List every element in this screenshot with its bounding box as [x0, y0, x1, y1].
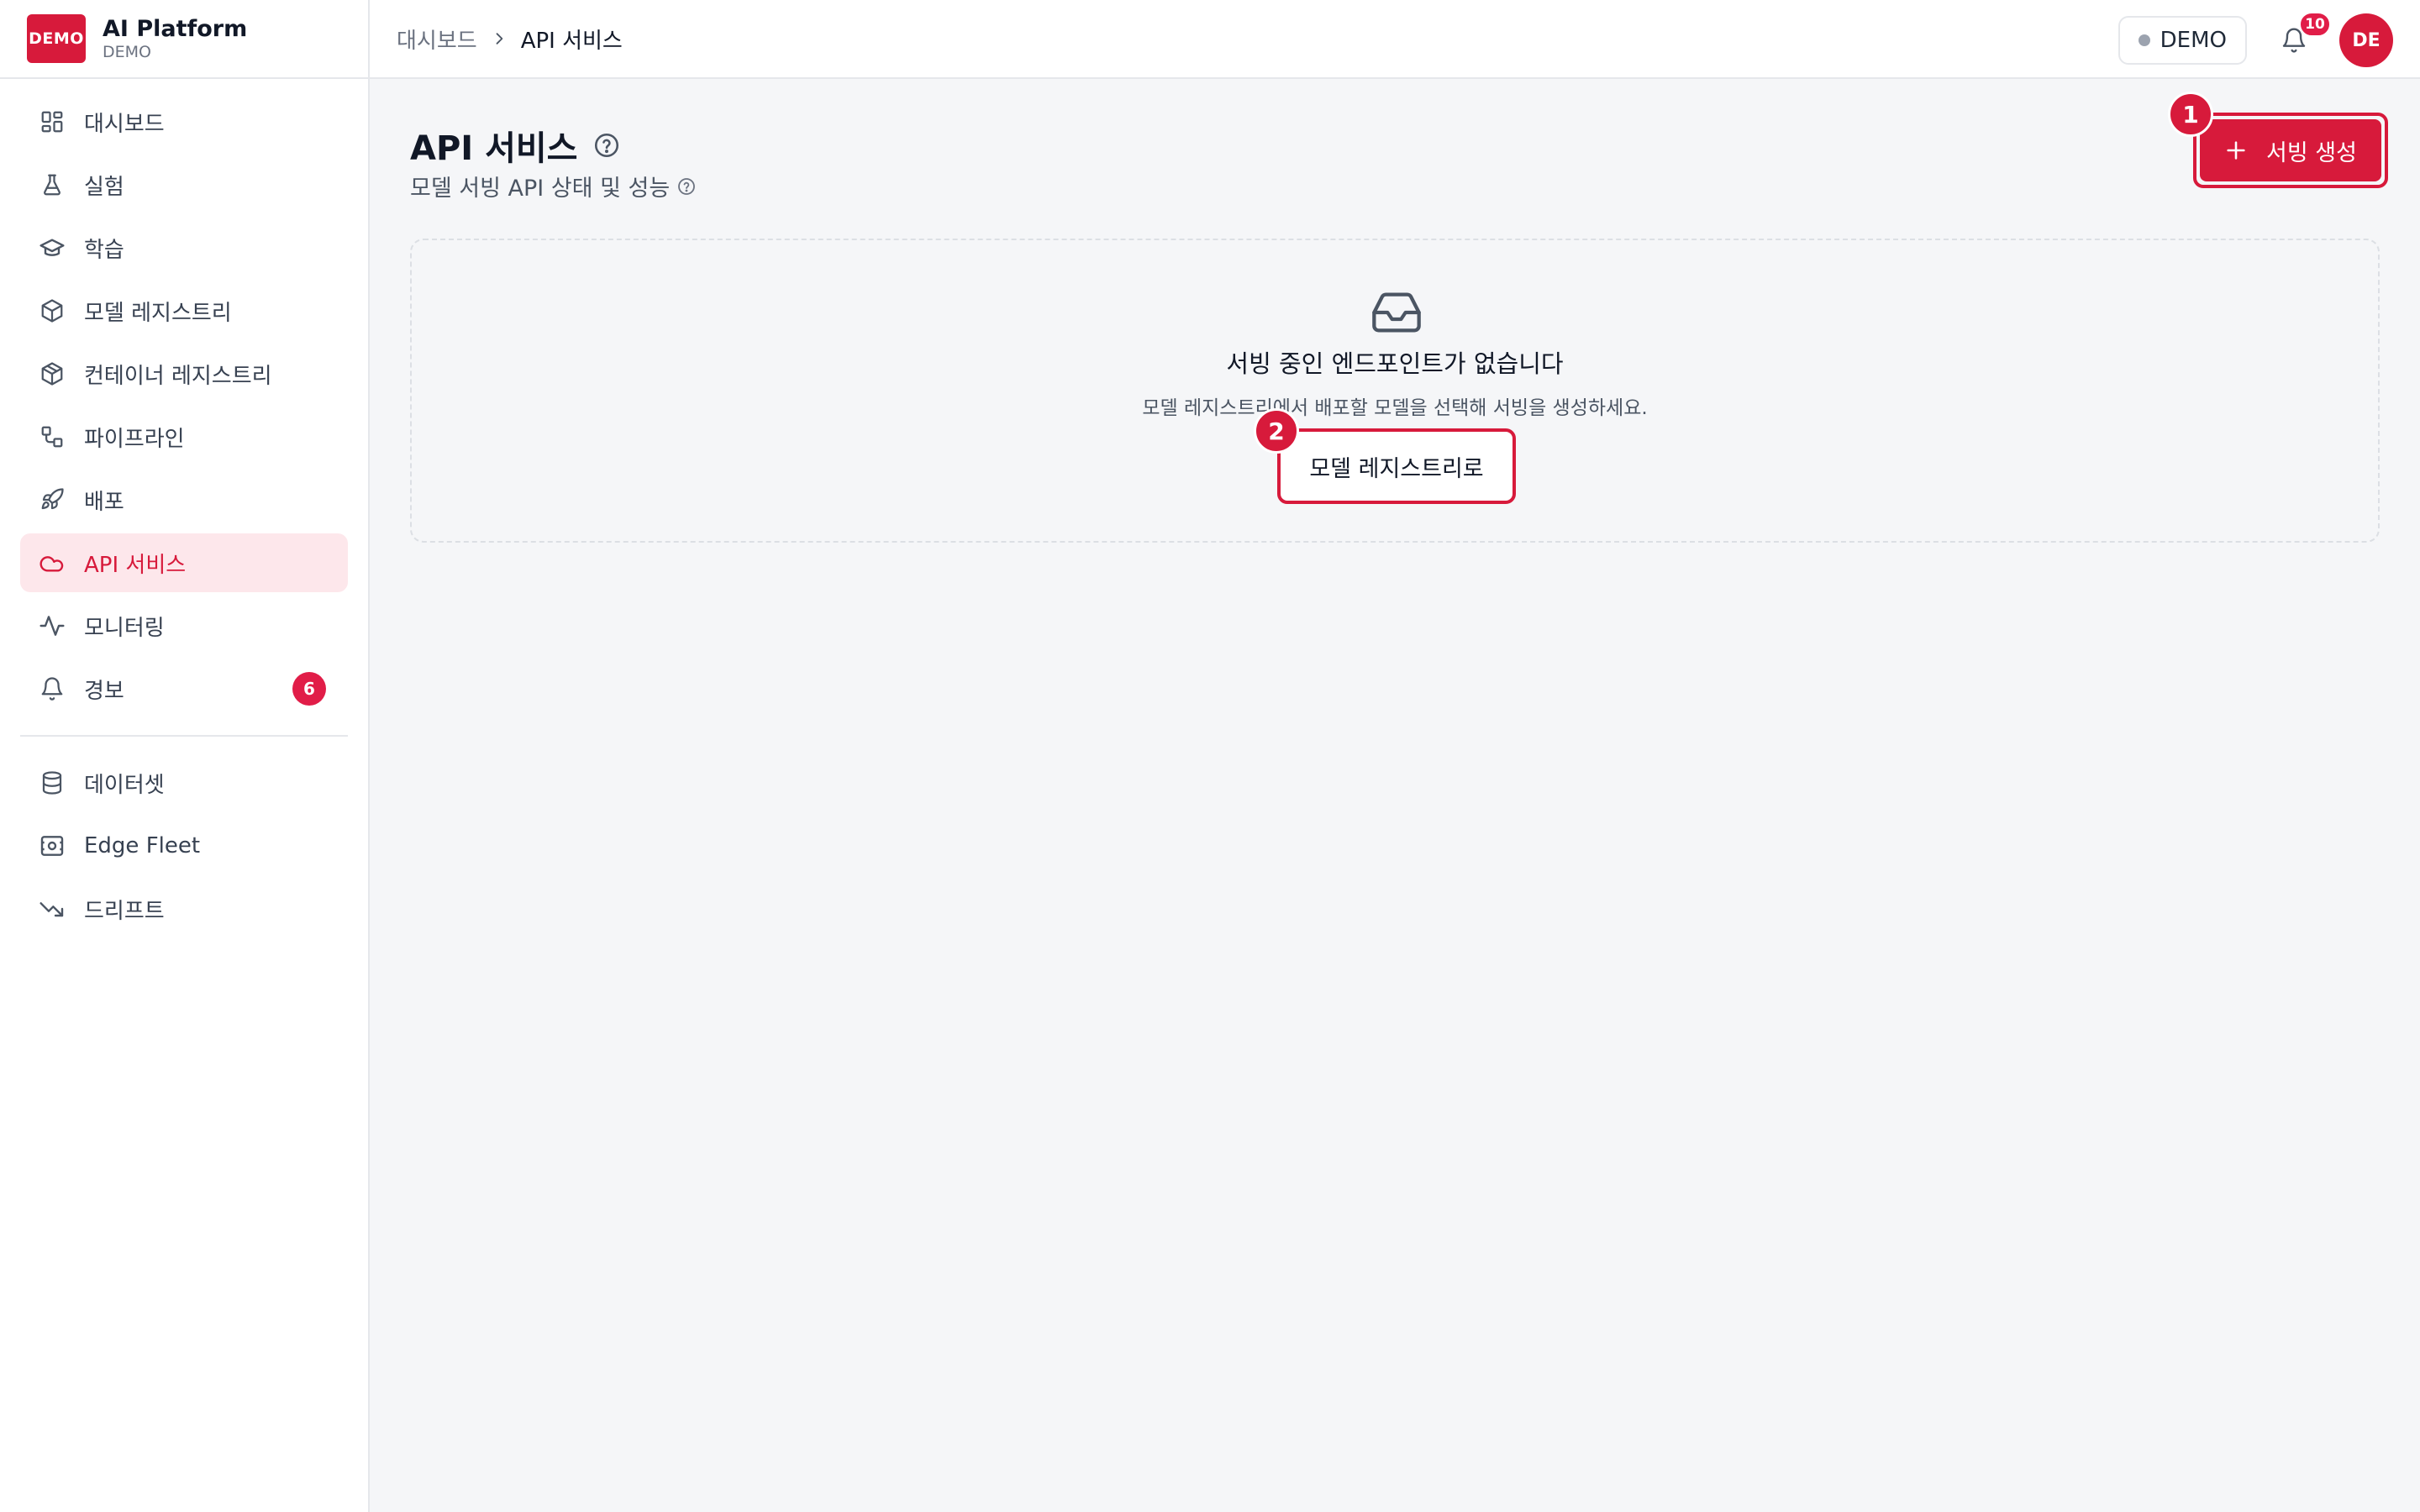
- notification-count-badge: 10: [2299, 12, 2331, 37]
- trending-down-icon: [39, 895, 66, 922]
- sidebar-item-training[interactable]: 학습: [20, 218, 348, 277]
- page-subtitle-row: 모델 서빙 API 상태 및 성능: [410, 170, 697, 202]
- registry-button-highlight: 모델 레지스트리로: [1277, 428, 1516, 504]
- cloud-icon: [39, 549, 66, 576]
- sidebar-item-label: API 서비스: [84, 552, 187, 578]
- page-title: API 서비스: [410, 129, 578, 168]
- sidebar-item-api-services[interactable]: API 서비스: [20, 533, 348, 592]
- sidebar-item-label: 모델 레지스트리: [84, 300, 232, 326]
- sidebar-item-label: Edge Fleet: [84, 833, 201, 858]
- sidebar: DEMO AI Platform DEMO 대시보드 실험 학습 모델 레지스트…: [0, 0, 370, 1512]
- step-marker-2: 2: [1254, 408, 1299, 454]
- sidebar-item-label: 실험: [84, 174, 124, 200]
- breadcrumb-parent[interactable]: 대시보드: [397, 24, 477, 55]
- empty-state-description: 모델 레지스트리에서 배포할 모델을 선택해 서빙을 생성하세요.: [1142, 397, 1648, 419]
- sidebar-item-monitoring[interactable]: 모니터링: [20, 596, 348, 655]
- page-title-row: API 서비스: [410, 121, 621, 170]
- go-to-model-registry-button[interactable]: 모델 레지스트리로: [1284, 435, 1509, 497]
- nav-divider: [20, 735, 348, 737]
- brand-name: AI Platform: [103, 16, 248, 42]
- sidebar-item-label: 학습: [84, 237, 124, 263]
- sidebar-nav: 대시보드 실험 학습 모델 레지스트리 컨테이너 레지스트리 파이프라인 배포 …: [0, 79, 368, 938]
- box-icon: [39, 297, 66, 324]
- flask-icon: [39, 171, 66, 198]
- topbar: 대시보드 API 서비스 DEMO 10 DE: [370, 0, 2420, 79]
- help-circle-icon[interactable]: [676, 176, 697, 197]
- plus-icon: [2224, 139, 2248, 162]
- database-icon: [39, 769, 66, 796]
- graduation-cap-icon: [39, 234, 66, 261]
- breadcrumb-current: API 서비스: [520, 28, 623, 54]
- main-content: API 서비스 모델 서빙 API 상태 및 성능 서빙 생성 1 서빙 중인: [410, 79, 2388, 543]
- brand-text: AI Platform DEMO: [103, 16, 247, 61]
- dashboard-grid-icon: [39, 108, 66, 135]
- nav-group-secondary: 데이터셋 Edge Fleet 드리프트: [20, 753, 348, 938]
- brand-sub: DEMO: [103, 43, 151, 61]
- sidebar-item-label: 경보: [84, 678, 124, 704]
- create-serving-button[interactable]: 서빙 생성: [2200, 119, 2381, 181]
- step-marker-1: 1: [2168, 92, 2213, 137]
- alerts-count-badge: 6: [292, 672, 326, 706]
- edge-device-icon: [39, 832, 66, 859]
- brand-header[interactable]: DEMO AI Platform DEMO: [0, 0, 368, 79]
- empty-state-title: 서빙 중인 엔드포인트가 없습니다: [1226, 349, 1564, 378]
- notifications-button[interactable]: 10: [2277, 12, 2331, 57]
- nav-group-main: 대시보드 실험 학습 모델 레지스트리 컨테이너 레지스트리 파이프라인 배포 …: [20, 79, 348, 718]
- sidebar-item-datasets[interactable]: 데이터셋: [20, 753, 348, 812]
- brand-logo: DEMO: [27, 14, 86, 63]
- sidebar-item-label: 파이프라인: [84, 426, 185, 452]
- create-serving-highlight: 서빙 생성: [2193, 113, 2388, 188]
- sidebar-item-label: 컨테이너 레지스트리: [84, 363, 272, 389]
- topbar-actions: DEMO 10 DE: [2118, 12, 2393, 67]
- bell-icon: [39, 675, 66, 702]
- sidebar-item-edge-fleet[interactable]: Edge Fleet: [20, 816, 348, 875]
- sidebar-item-experiments[interactable]: 실험: [20, 155, 348, 214]
- environment-status-dot: [2138, 34, 2150, 46]
- sidebar-item-pipeline[interactable]: 파이프라인: [20, 407, 348, 466]
- pipeline-icon: [39, 423, 66, 450]
- sidebar-item-label: 배포: [84, 489, 124, 515]
- sidebar-item-model-registry[interactable]: 모델 레지스트리: [20, 281, 348, 340]
- sidebar-item-label: 드리프트: [84, 898, 165, 924]
- sidebar-item-label: 데이터셋: [84, 772, 165, 798]
- sidebar-item-drift[interactable]: 드리프트: [20, 879, 348, 938]
- sidebar-item-deploy[interactable]: 배포: [20, 470, 348, 529]
- avatar[interactable]: DE: [2339, 13, 2393, 67]
- inbox-icon: [1370, 286, 1423, 343]
- sidebar-item-alerts[interactable]: 경보 6: [20, 659, 348, 718]
- breadcrumb: 대시보드 API 서비스: [397, 24, 623, 55]
- sidebar-item-label: 모니터링: [84, 615, 165, 641]
- sidebar-item-label: 대시보드: [84, 111, 165, 137]
- container-box-icon: [39, 360, 66, 387]
- empty-state: 서빙 중인 엔드포인트가 없습니다 모델 레지스트리에서 배포할 모델을 선택해…: [410, 239, 2380, 543]
- activity-icon: [39, 612, 66, 639]
- create-serving-label: 서빙 생성: [2266, 139, 2357, 166]
- help-circle-icon[interactable]: [592, 131, 621, 160]
- sidebar-item-container-registry[interactable]: 컨테이너 레지스트리: [20, 344, 348, 403]
- chevron-right-icon: [491, 30, 508, 47]
- sidebar-item-dashboard[interactable]: 대시보드: [20, 92, 348, 151]
- environment-selector[interactable]: DEMO: [2118, 16, 2247, 65]
- page-subtitle: 모델 서빙 API 상태 및 성능: [410, 176, 671, 202]
- rocket-icon: [39, 486, 66, 513]
- page-header: API 서비스 모델 서빙 API 상태 및 성능 서빙 생성 1: [410, 79, 2388, 239]
- environment-label: DEMO: [2160, 28, 2227, 53]
